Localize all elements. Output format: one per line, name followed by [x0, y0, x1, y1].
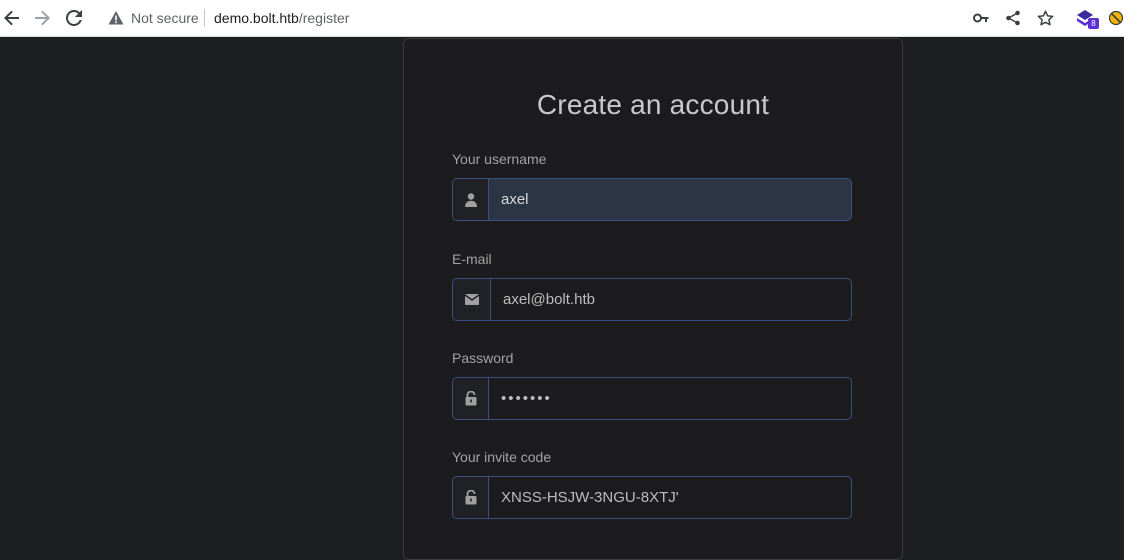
password-label: Password [452, 350, 514, 366]
envelope-icon [464, 294, 479, 305]
email-label: E-mail [452, 251, 492, 267]
url-text[interactable]: demo.bolt.htb/register [214, 10, 349, 26]
unlock-icon [465, 391, 476, 406]
back-arrow-icon [4, 10, 19, 26]
key-icon [973, 13, 989, 23]
username-group [452, 178, 852, 221]
url-path: /register [298, 10, 350, 26]
invite-code-label: Your invite code [452, 449, 552, 465]
blocked-icon [1108, 10, 1124, 26]
reload-button[interactable] [62, 6, 86, 30]
username-input[interactable] [489, 179, 851, 220]
back-button[interactable] [0, 6, 24, 30]
star-icon [1037, 10, 1053, 25]
unlock-icon [465, 490, 476, 505]
invite-code-input[interactable] [489, 477, 851, 518]
password-addon [453, 378, 489, 419]
forward-arrow-icon [35, 10, 50, 26]
password-input[interactable] [489, 378, 851, 419]
password-group [452, 377, 852, 420]
share-icon [1006, 10, 1020, 26]
register-card: Create an account Your username E-mail P… [403, 38, 903, 560]
forward-button[interactable] [30, 6, 54, 30]
password-key-button[interactable] [969, 6, 993, 30]
invite-code-group [452, 476, 852, 519]
browser-toolbar: Not secure demo.bolt.htb/register 8 [0, 0, 1124, 37]
extension-badge: 8 [1088, 18, 1099, 29]
invite-addon [453, 477, 489, 518]
user-icon [464, 192, 477, 207]
email-input[interactable] [491, 279, 851, 320]
warning-icon [108, 11, 124, 25]
url-domain: demo.bolt.htb [214, 10, 299, 26]
email-group [452, 278, 852, 321]
blocker-extension-button[interactable] [1104, 6, 1124, 30]
page-title: Create an account [536, 89, 770, 120]
username-addon [453, 179, 489, 220]
email-addon [453, 279, 491, 320]
username-label: Your username [452, 151, 547, 167]
address-bar[interactable]: Not secure demo.bolt.htb/register [98, 3, 1062, 33]
reload-icon [66, 10, 82, 26]
url-divider [204, 9, 205, 27]
security-label[interactable]: Not secure [131, 10, 199, 26]
share-button[interactable] [1001, 6, 1025, 30]
bookmark-button[interactable] [1033, 6, 1057, 30]
